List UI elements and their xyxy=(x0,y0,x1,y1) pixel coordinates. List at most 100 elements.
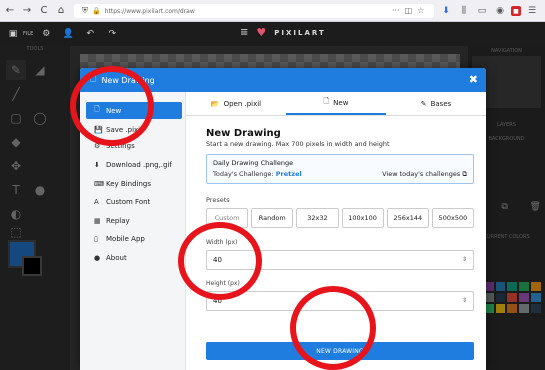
height-label: Height (px) xyxy=(206,280,240,287)
close-icon[interactable]: ✖ xyxy=(469,73,478,86)
sidebar-item-about[interactable]: ● About xyxy=(86,249,182,266)
file-menu[interactable]: FILE xyxy=(23,31,33,37)
keyboard-icon: ⌨ xyxy=(94,179,105,188)
undo-icon[interactable]: ↶ xyxy=(81,25,99,43)
download-icon: ⬇ xyxy=(94,160,100,169)
dialog-title: New Drawing xyxy=(101,75,155,85)
section-description: Start a new drawing. Max 700 pixels in w… xyxy=(206,140,390,148)
file-icon: 🗋 xyxy=(323,97,330,105)
view-challenges-label: View today's challenges xyxy=(382,170,461,178)
browser-extensions: ⬇ ⫼ ▭ ◉ ■ ☰ xyxy=(439,2,539,20)
width-label: Width (px) xyxy=(206,239,238,246)
sidebar-item-download[interactable]: ⬇ Download .png,.gif xyxy=(86,156,182,173)
new-file-icon: 🗋 xyxy=(90,74,97,83)
preset-button[interactable]: 500x500 xyxy=(431,208,475,228)
preset-button[interactable]: 100x100 xyxy=(341,208,384,228)
shield-icon: ⛨ xyxy=(82,6,88,15)
extension-icon[interactable]: ◉ xyxy=(493,4,507,18)
tab-new[interactable]: 🗋 New xyxy=(286,92,386,115)
tab-bases[interactable]: ✎ Bases xyxy=(386,92,486,115)
sidebar-item-mobile-app[interactable]: ▯ Mobile App xyxy=(86,230,182,247)
tab-label: Open .pixil xyxy=(223,99,262,108)
sidebar-item-label: Save .pixil xyxy=(106,125,143,134)
sidebar-item-label: New xyxy=(106,106,122,115)
dialog-content: 📂 Open .pixil 🗋 New ✎ Bases New Drawing … xyxy=(186,92,486,370)
view-challenges-link[interactable]: View today's challenges ⧉ xyxy=(382,170,467,179)
brand-name: PIXILART xyxy=(274,28,326,37)
preset-button[interactable]: Random xyxy=(251,208,294,228)
dialog-header: 🗋 New Drawing ✖ xyxy=(80,68,486,92)
folder-icon: 📂 xyxy=(210,99,220,108)
settings-icon[interactable]: ⚙ xyxy=(37,25,55,43)
addon-badge-icon[interactable]: ■ xyxy=(511,6,521,16)
preset-button[interactable]: 256x144 xyxy=(386,208,429,228)
sidebar-item-replay[interactable]: ▦ Replay xyxy=(86,212,182,229)
tab-label: Bases xyxy=(430,99,452,108)
width-stepper-icon[interactable]: ⇕ xyxy=(462,256,467,263)
height-input[interactable]: 40 ⇕ xyxy=(206,291,474,311)
app-logo: ≡ ♥ PIXILART xyxy=(240,26,326,39)
save-icon: 💾 xyxy=(94,125,103,134)
sidebar-item-custom-font[interactable]: A Custom Font xyxy=(86,193,182,210)
sidebar-item-label: Key Bindings xyxy=(106,179,152,188)
sidebar-item-save-pixil[interactable]: 💾 Save .pixil xyxy=(86,121,182,138)
width-input[interactable]: 40 ⇕ xyxy=(206,250,474,270)
user-icon[interactable]: 👤 xyxy=(59,25,77,43)
page-actions: ··· ◫ ☆ xyxy=(392,6,424,15)
sidebar-item-key-bindings[interactable]: ⌨ Key Bindings xyxy=(86,175,182,192)
heart-icon: ♥ xyxy=(256,26,269,39)
challenge-title: Daily Drawing Challenge xyxy=(213,159,294,167)
sidebar-item-label: About xyxy=(106,253,127,262)
preset-button[interactable]: Custom xyxy=(206,208,249,228)
sidebar-icon[interactable]: ▭ xyxy=(475,4,489,18)
download-icon[interactable]: ⬇ xyxy=(439,4,453,18)
forward-icon[interactable]: → xyxy=(20,4,34,18)
brush-icon: ✎ xyxy=(420,99,427,108)
film-icon: ▦ xyxy=(94,216,101,225)
challenge-name[interactable]: Pretzel xyxy=(276,170,302,178)
library-icon[interactable]: ⫼ xyxy=(457,4,471,18)
challenge-prefix: Today's Challenge: xyxy=(213,170,276,178)
lock-icon: 🔒 xyxy=(92,7,101,15)
width-value: 40 xyxy=(213,256,222,264)
sidebar-item-label: Replay xyxy=(106,216,130,225)
sidebar-item-settings[interactable]: ⚙ Settings xyxy=(86,137,182,154)
pocket-icon[interactable]: ◫ xyxy=(405,6,413,15)
file-icon: 🗋 xyxy=(94,105,100,113)
external-link-icon: ⧉ xyxy=(462,170,467,178)
height-value: 40 xyxy=(213,297,222,305)
info-icon: ● xyxy=(94,253,101,262)
sidebar-item-label: Settings xyxy=(106,141,135,150)
font-icon: A xyxy=(94,197,99,206)
hamburger-menu-icon[interactable]: ☰ xyxy=(525,4,539,18)
gears-icon: ⚙ xyxy=(94,141,101,150)
image-icon[interactable]: ▣ xyxy=(4,25,22,43)
url-bar[interactable]: ⛨ 🔒 https://www.pixilart.com/draw xyxy=(74,4,434,18)
height-stepper-icon[interactable]: ⇕ xyxy=(462,297,467,304)
app-toolbar: ▣ FILE ⚙ 👤 ↶ ↷ ≡ ♥ PIXILART xyxy=(0,22,545,46)
daily-challenge-box: Daily Drawing Challenge Today's Challeng… xyxy=(206,154,474,184)
url-text: https://www.pixilart.com/draw xyxy=(104,7,195,15)
dialog-sidebar: 🗋 New 💾 Save .pixil ⚙ Settings ⬇ Downloa… xyxy=(80,92,186,370)
mobile-icon: ▯ xyxy=(94,234,98,243)
bookmark-star-icon[interactable]: ☆ xyxy=(417,6,424,15)
tab-open-pixil[interactable]: 📂 Open .pixil xyxy=(186,92,286,115)
sidebar-item-label: Mobile App xyxy=(106,234,145,243)
challenge-text: Today's Challenge: Pretzel xyxy=(213,170,302,179)
dialog-tabs: 📂 Open .pixil 🗋 New ✎ Bases xyxy=(186,92,486,116)
section-heading: New Drawing xyxy=(206,128,281,139)
redo-icon[interactable]: ↷ xyxy=(103,25,121,43)
browser-toolbar: ← → C ⌂ ⛨ 🔒 https://www.pixilart.com/dra… xyxy=(0,0,545,22)
new-drawing-button[interactable]: NEW DRAWING xyxy=(206,342,474,360)
presets-group: Custom Random 32x32 100x100 256x144 500x… xyxy=(206,208,475,228)
presets-label: Presets xyxy=(206,196,230,204)
back-icon[interactable]: ← xyxy=(3,4,17,18)
sidebar-item-new[interactable]: 🗋 New xyxy=(86,102,182,119)
sidebar-item-label: Custom Font xyxy=(106,197,151,206)
page-actions-menu-icon[interactable]: ··· xyxy=(392,6,400,15)
new-drawing-dialog: 🗋 New Drawing ✖ 🗋 New 💾 Save .pixil ⚙ Se… xyxy=(80,68,486,370)
reload-icon[interactable]: C xyxy=(37,4,51,18)
preset-button[interactable]: 32x32 xyxy=(296,208,339,228)
home-icon[interactable]: ⌂ xyxy=(54,4,68,18)
menu-icon[interactable]: ≡ xyxy=(240,27,250,38)
